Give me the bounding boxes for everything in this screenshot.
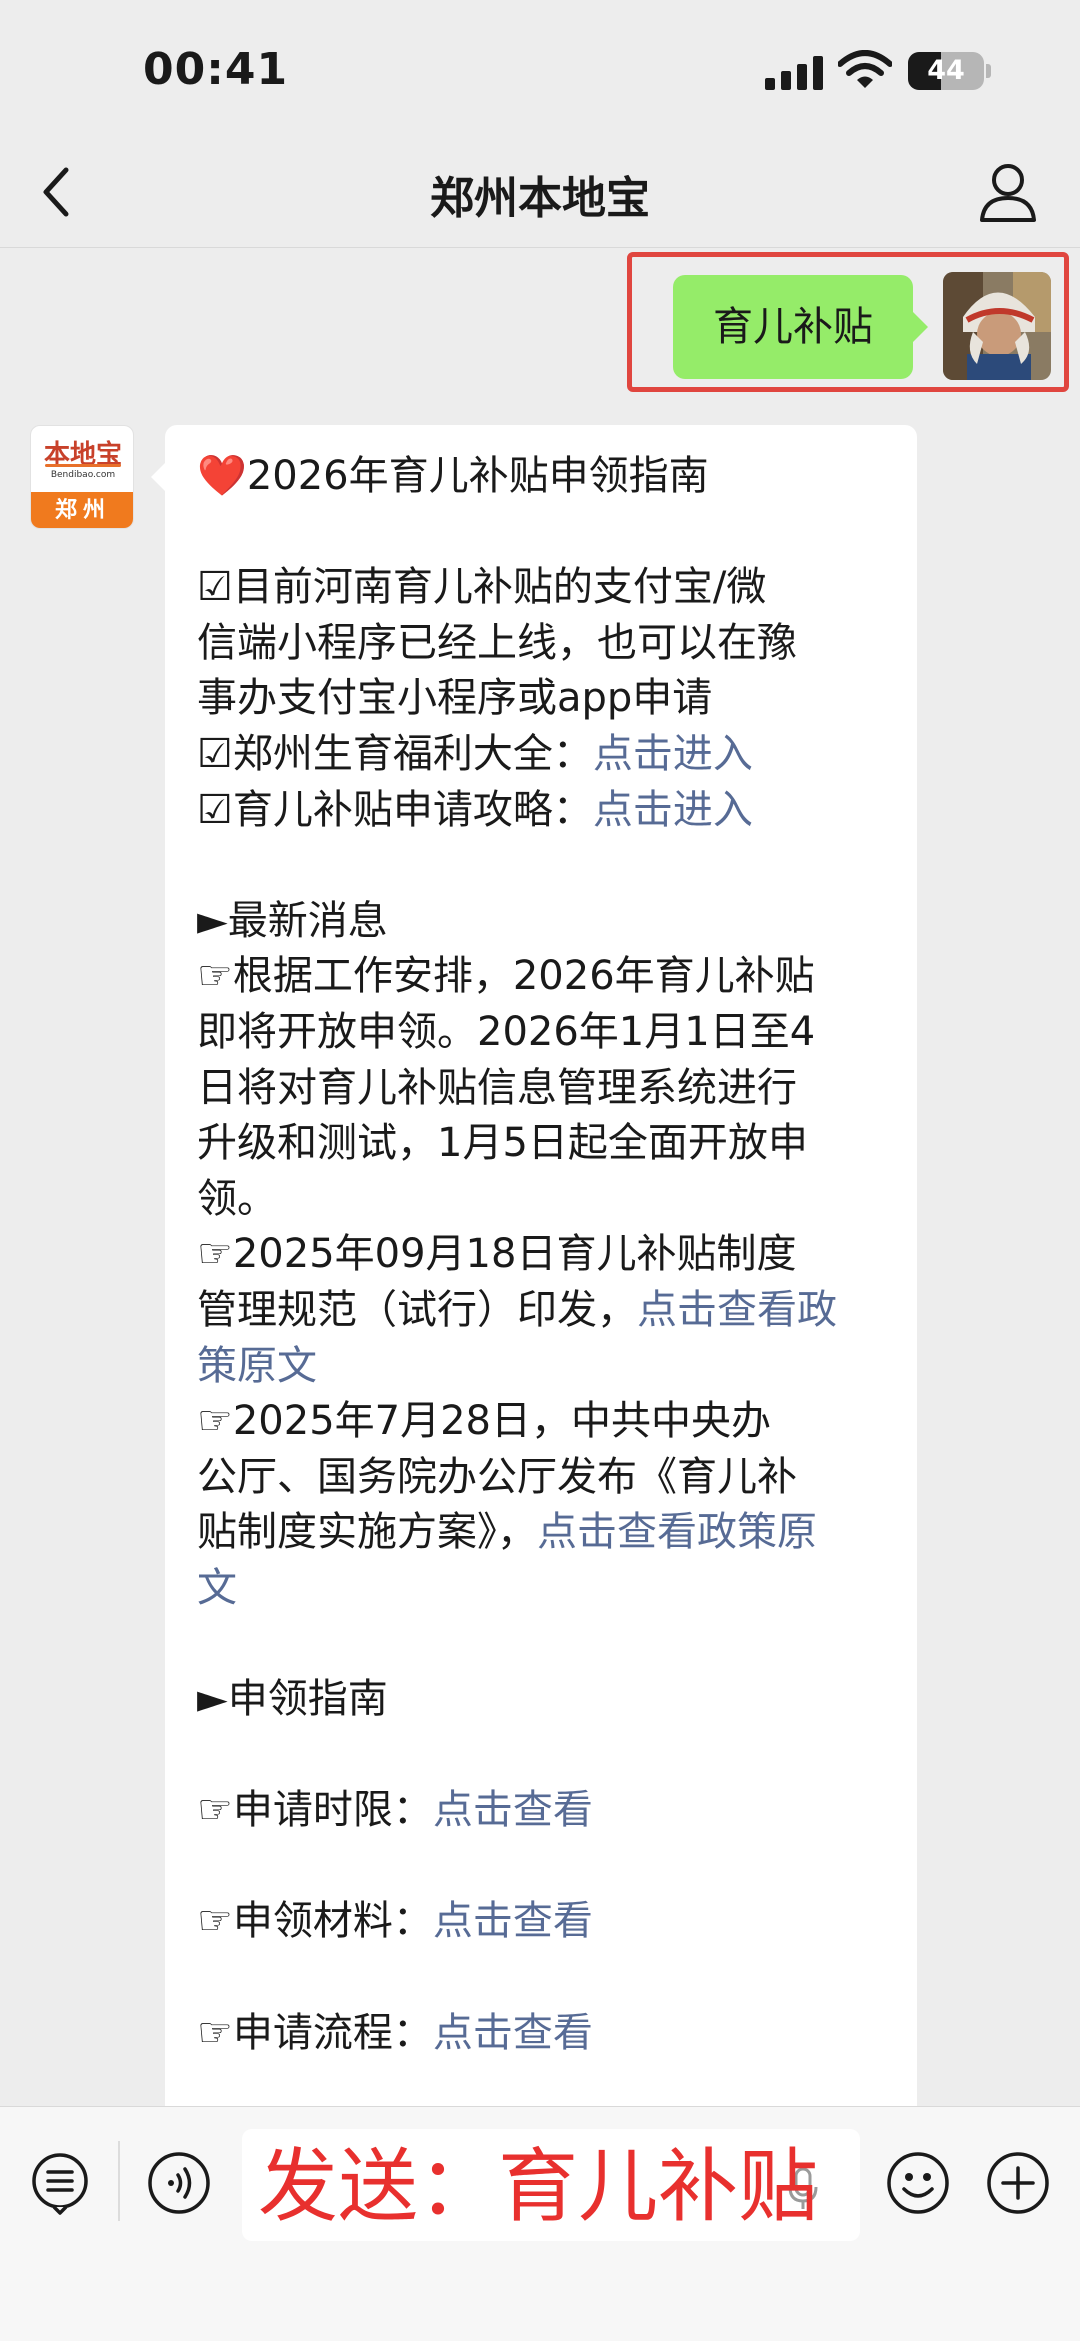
message-line <box>197 838 885 894</box>
message-link[interactable]: 点击查看 <box>433 2010 593 2056</box>
bullet-mark: ☞ <box>197 1398 233 1445</box>
message-line: ►申领指南 <box>197 1672 885 1728</box>
message-text: 2025年09月18日育儿补贴制度 <box>232 1231 797 1278</box>
message-line: ☞2025年09月18日育儿补贴制度 <box>197 1227 885 1283</box>
message-line: 事办支付宝小程序或app申请 <box>197 671 885 727</box>
message-link[interactable]: 点击查看政策原 <box>537 1509 817 1555</box>
outgoing-bubble-tail <box>913 312 928 342</box>
message-text: 升级和测试，1月5日起全面开放申 <box>197 1120 808 1167</box>
emoji-icon[interactable] <box>886 2151 950 2215</box>
message-line: 贴制度实施方案》，点击查看政策原 <box>197 1505 885 1561</box>
message-text: 管理规范（试行）印发， <box>197 1286 637 1333</box>
nav-bar: 郑州本地宝 <box>0 140 1080 248</box>
bullet-mark: ❤️ <box>197 453 247 499</box>
message-text: 申请时限： <box>232 1787 433 1834</box>
status-time: 00:41 <box>143 44 289 95</box>
message-text: 申领指南 <box>227 1676 388 1723</box>
wifi-icon <box>838 50 892 88</box>
message-text: 最新消息 <box>227 897 388 944</box>
message-line: ☑育儿补贴申请攻略：点击进入 <box>197 783 885 839</box>
message-text: 2026年育儿补贴申领指南 <box>246 453 709 499</box>
message-line: ☞2025年7月28日，中共中央办 <box>197 1394 885 1450</box>
official-account-avatar[interactable]: 本地宝 Bendibao.com 郑州 <box>30 425 134 529</box>
message-line: ►最新消息 <box>197 894 885 950</box>
message-line <box>197 1728 885 1784</box>
bullet-mark: ► <box>197 897 228 944</box>
bullet-mark: ☞ <box>197 953 233 1000</box>
message-line: 领。 <box>197 1172 885 1228</box>
message-line: 文 <box>197 1561 885 1617</box>
bullet-mark: ☑ <box>197 786 233 833</box>
bullet-mark: ► <box>197 1676 228 1723</box>
message-link[interactable]: 文 <box>197 1565 237 1611</box>
chat-title: 郑州本地宝 <box>430 173 650 224</box>
message-line: ☞申领材料：点击查看 <box>197 1894 885 1950</box>
bullet-mark: ☞ <box>197 1231 233 1278</box>
message-text: 目前河南育儿补贴的支付宝/微 <box>232 564 767 611</box>
plus-icon[interactable] <box>986 2151 1050 2215</box>
message-line: 策原文 <box>197 1339 885 1395</box>
message-line: ☑目前河南育儿补贴的支付宝/微 <box>197 560 885 616</box>
message-text: 信端小程序已经上线，也可以在豫 <box>197 619 797 666</box>
message-text: 即将开放申领。2026年1月1日至4 <box>197 1008 816 1055</box>
logo-domain: Bendibao.com <box>50 470 116 480</box>
message-line: 升级和测试，1月5日起全面开放申 <box>197 1116 885 1172</box>
status-bar: 00:41 44 <box>0 0 1080 140</box>
message-link[interactable]: 策原文 <box>197 1343 317 1389</box>
battery-icon: 44 <box>908 52 984 90</box>
message-text: 公厅、国务院办公厅发布《育儿补 <box>197 1453 797 1500</box>
message-line: 公厅、国务院办公厅发布《育儿补 <box>197 1450 885 1506</box>
divider <box>118 2141 120 2221</box>
message-text: 郑州生育福利大全： <box>232 730 593 777</box>
bullet-mark: ☞ <box>197 2009 233 2056</box>
message-text: 贴制度实施方案》， <box>197 1509 537 1556</box>
message-line <box>197 1616 885 1672</box>
message-text: 日将对育儿补贴信息管理系统进行 <box>197 1064 797 1111</box>
message-line <box>197 505 885 561</box>
bullet-mark: ☑ <box>197 564 233 611</box>
bullet-mark: ☞ <box>197 1898 233 1945</box>
message-text: 2025年7月28日，中共中央办 <box>232 1398 772 1445</box>
message-line: ☞申请流程：点击查看 <box>197 2006 885 2062</box>
message-line: 信端小程序已经上线，也可以在豫 <box>197 616 885 672</box>
message-link[interactable]: 点击查看 <box>433 1787 593 1833</box>
input-bar: 发送：育儿补贴 <box>0 2106 1080 2341</box>
send-instruction-overlay: 发送：育儿补贴 <box>258 2140 818 2233</box>
message-link[interactable]: 点击进入 <box>593 787 753 833</box>
outgoing-message-bubble[interactable]: 育儿补贴 <box>673 275 913 379</box>
battery-cap <box>986 64 991 78</box>
message-text: 育儿补贴申请攻略： <box>232 786 593 833</box>
message-text: 事办支付宝小程序或app申请 <box>197 675 713 722</box>
message-text: 根据工作安排，2026年育儿补贴 <box>232 953 815 1000</box>
voice-icon[interactable] <box>147 2151 211 2215</box>
person-icon[interactable] <box>978 160 1038 224</box>
message-text: 申领材料： <box>232 1898 433 1945</box>
message-line <box>197 1950 885 2006</box>
cellular-signal-icon <box>765 56 823 90</box>
message-link[interactable]: 点击查看 <box>433 1898 593 1944</box>
message-line <box>197 1839 885 1895</box>
message-link[interactable]: 点击进入 <box>593 731 753 777</box>
message-text: 申请流程： <box>232 2009 433 2056</box>
user-avatar-image <box>943 272 1051 380</box>
message-link[interactable]: 点击查看政 <box>637 1287 837 1333</box>
incoming-bubble-tail <box>151 462 166 492</box>
user-avatar[interactable] <box>943 272 1051 380</box>
battery-percentage: 44 <box>927 55 965 86</box>
message-line: 即将开放申领。2026年1月1日至4 <box>197 1005 885 1061</box>
message-text: 领。 <box>197 1175 277 1222</box>
bullet-mark: ☑ <box>197 730 233 777</box>
message-line: 管理规范（试行）印发，点击查看政 <box>197 1283 885 1339</box>
message-line: ☞申请时限：点击查看 <box>197 1783 885 1839</box>
message-line: 日将对育儿补贴信息管理系统进行 <box>197 1061 885 1117</box>
logo-city: 郑州 <box>31 492 133 528</box>
menu-list-icon[interactable] <box>28 2151 92 2215</box>
bullet-mark: ☞ <box>197 1787 233 1834</box>
incoming-message-bubble: ❤️2026年育儿补贴申领指南 ☑目前河南育儿补贴的支付宝/微 信端小程序已经上线，… <box>165 425 917 2125</box>
message-line: ☞根据工作安排，2026年育儿补贴 <box>197 949 885 1005</box>
message-line: ❤️2026年育儿补贴申领指南 <box>197 449 885 505</box>
logo-underline <box>45 464 121 467</box>
message-line: ☑郑州生育福利大全：点击进入 <box>197 727 885 783</box>
